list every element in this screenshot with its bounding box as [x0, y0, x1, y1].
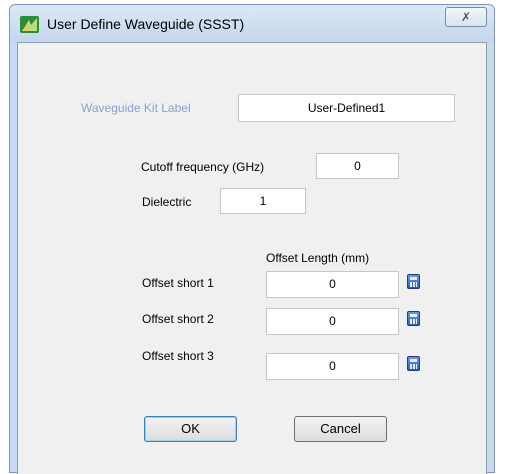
cutoff-frequency-field[interactable]: 0 — [316, 153, 399, 179]
calculator-icon[interactable] — [407, 356, 420, 371]
dielectric-label: Dielectric — [142, 195, 192, 209]
offset-short-1-field[interactable]: 0 — [266, 271, 399, 298]
kit-label-field[interactable]: User-Defined1 — [238, 94, 455, 122]
offset-short-1-label: Offset short 1 — [142, 276, 214, 290]
dialog-body: Waveguide Kit Label User-Defined1 Cutoff… — [17, 42, 487, 474]
ok-button[interactable]: OK — [144, 416, 237, 442]
offset-short-2-label: Offset short 2 — [142, 312, 214, 326]
dielectric-field[interactable]: 1 — [220, 188, 306, 214]
calculator-icon[interactable] — [407, 311, 420, 326]
calculator-icon[interactable] — [407, 274, 420, 289]
window-title: User Define Waveguide (SSST) — [47, 16, 245, 32]
offset-short-3-field[interactable]: 0 — [266, 353, 399, 380]
offset-short-2-field[interactable]: 0 — [266, 308, 399, 335]
close-icon: ✗ — [460, 10, 472, 24]
cancel-button[interactable]: Cancel — [294, 416, 387, 442]
offset-short-3-label: Offset short 3 — [142, 349, 214, 363]
dialog-window: User Define Waveguide (SSST) ✗ Waveguide… — [9, 4, 495, 474]
title-bar[interactable]: User Define Waveguide (SSST) ✗ — [10, 5, 494, 43]
offset-length-header: Offset Length (mm) — [266, 251, 370, 265]
app-icon — [20, 16, 39, 33]
cutoff-frequency-label: Cutoff frequency (GHz) — [141, 160, 265, 174]
close-button[interactable]: ✗ — [445, 7, 487, 27]
kit-label-label: Waveguide Kit Label — [81, 101, 191, 115]
